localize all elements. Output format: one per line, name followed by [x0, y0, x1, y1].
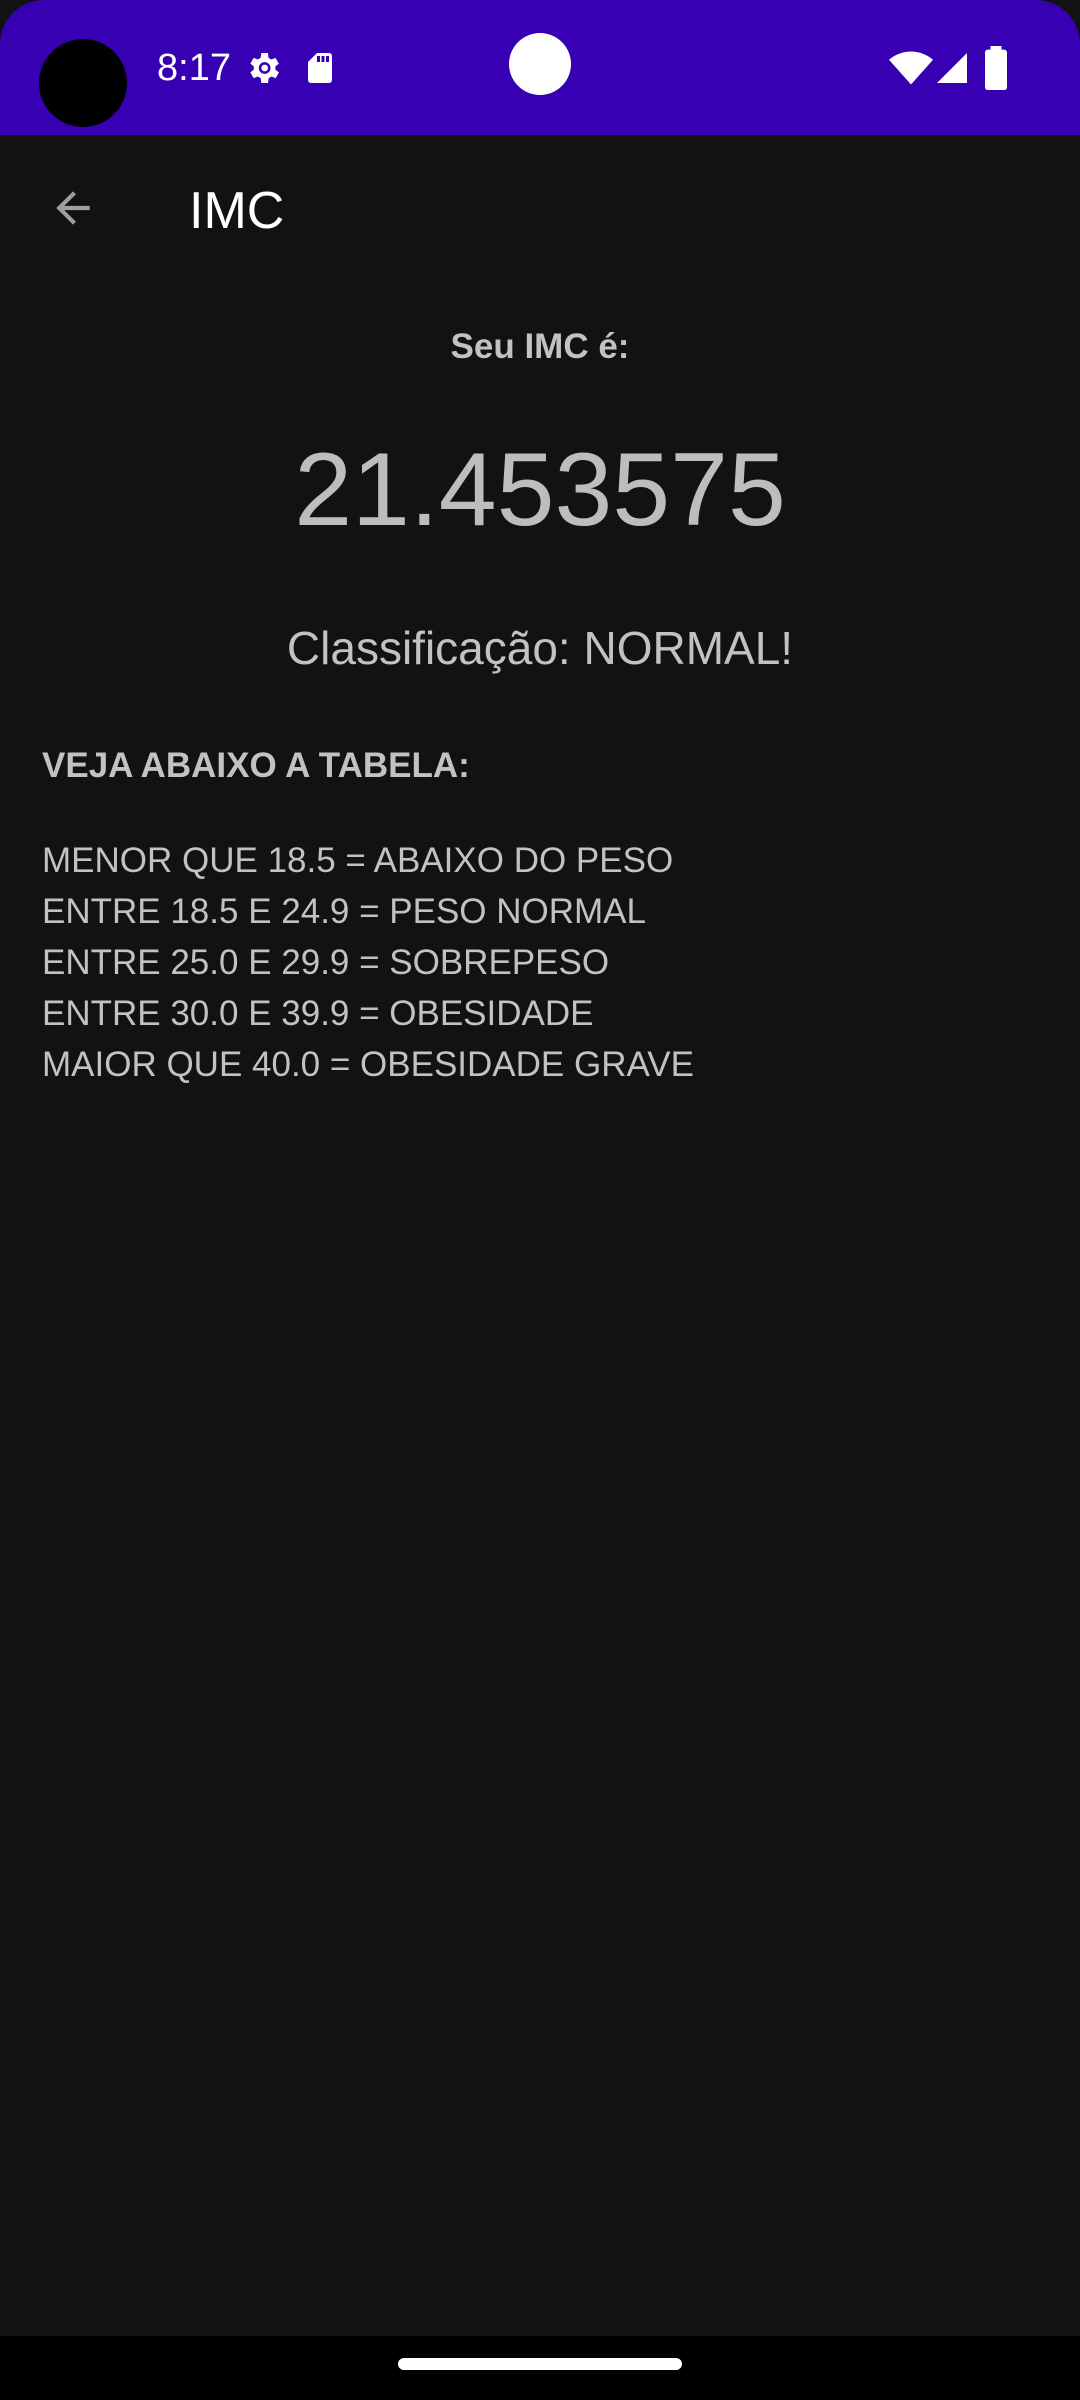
- arrow-back-icon: [56, 191, 90, 225]
- battery-icon: [985, 46, 1007, 90]
- app-bar: IMC: [0, 135, 1080, 285]
- table-row: MAIOR QUE 40.0 = OBESIDADE GRAVE: [42, 1045, 694, 1084]
- cellular-signal-icon: [937, 53, 967, 83]
- table-heading: VEJA ABAIXO A TABELA:: [42, 746, 470, 785]
- status-time: 8:17: [157, 47, 231, 89]
- sd-card-icon: [308, 53, 332, 83]
- page-title: IMC: [189, 182, 285, 240]
- settings-gear-icon: [250, 53, 279, 83]
- imc-label: Seu IMC é:: [450, 327, 630, 366]
- back-button[interactable]: [28, 163, 118, 253]
- classification-text: Classificação: NORMAL!: [286, 622, 794, 674]
- navigation-bar: [0, 2336, 1080, 2400]
- table-row: MENOR QUE 18.5 = ABAIXO DO PESO: [42, 841, 674, 880]
- notification-dot: [509, 33, 571, 95]
- wifi-icon: [889, 51, 933, 85]
- reference-table-list: MENOR QUE 18.5 = ABAIXO DO PESO ENTRE 18…: [42, 835, 694, 1090]
- table-row: ENTRE 18.5 E 24.9 = PESO NORMAL: [42, 892, 646, 931]
- status-bar: 8:17: [0, 0, 1080, 135]
- camera-cutout: [39, 39, 127, 127]
- table-row: ENTRE 30.0 E 39.9 = OBESIDADE: [42, 994, 594, 1033]
- home-gesture-handle[interactable]: [398, 2358, 682, 2370]
- table-row: ENTRE 25.0 E 29.9 = SOBREPESO: [42, 943, 610, 982]
- imc-value: 21.453575: [294, 432, 786, 548]
